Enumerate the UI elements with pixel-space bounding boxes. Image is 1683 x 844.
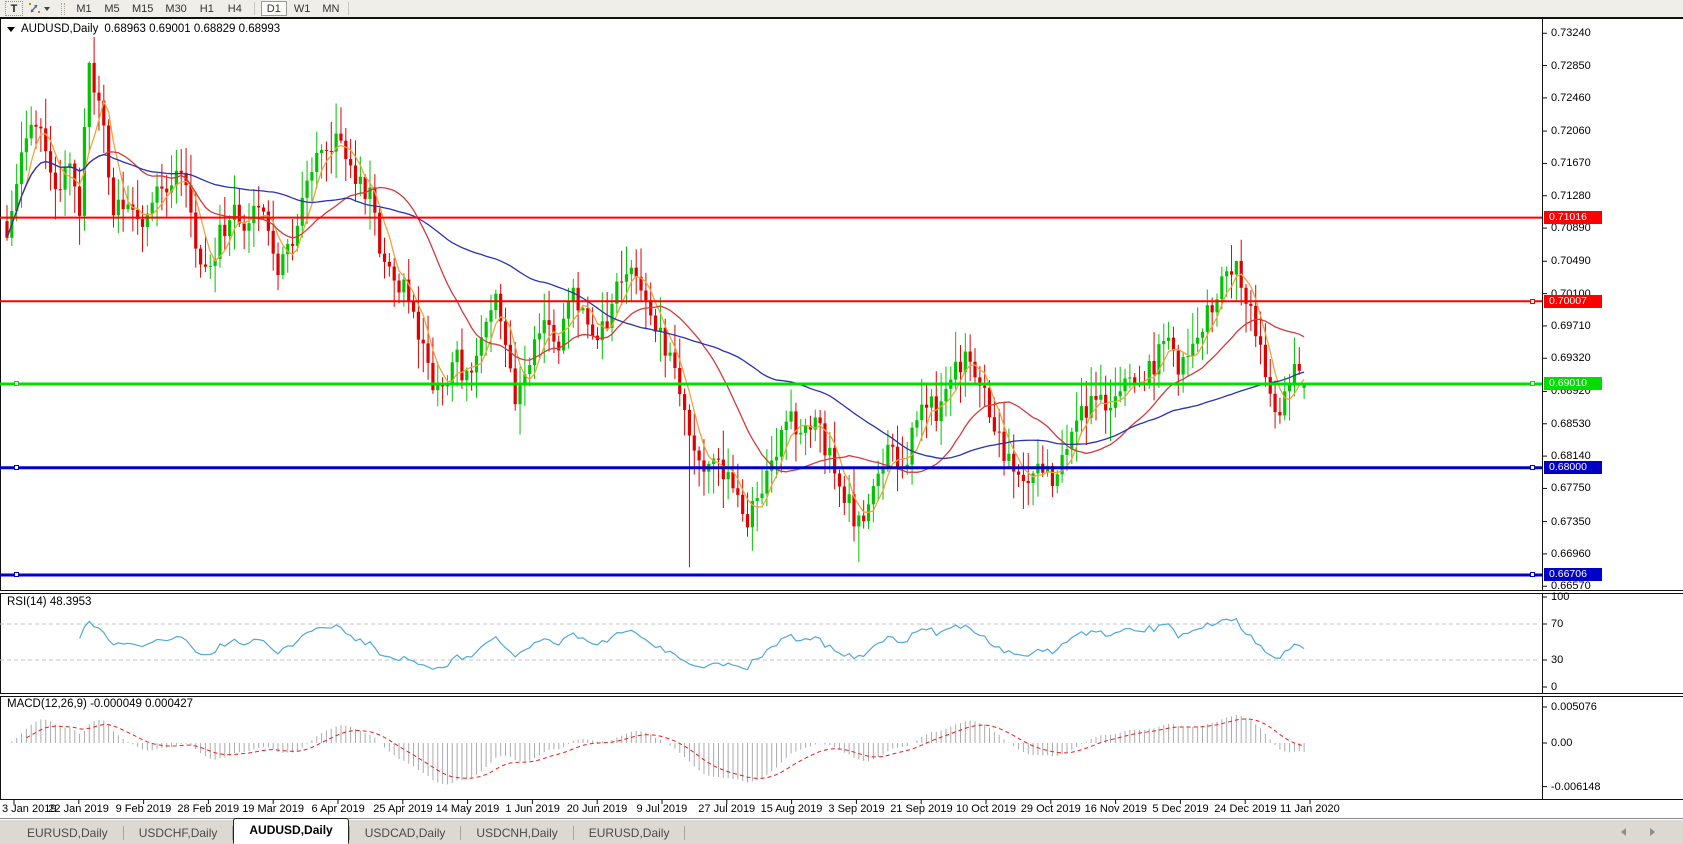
chart-tab-eurusd-daily-0[interactable]: EURUSD,Daily: [12, 823, 123, 844]
chart-tab-eurusd-daily-5[interactable]: EURUSD,Daily: [574, 823, 685, 844]
line-handle[interactable]: [14, 572, 19, 577]
line-handle[interactable]: [1530, 572, 1535, 577]
macd-histogram: [12, 715, 1304, 785]
timeframe-button-w1[interactable]: W1: [289, 1, 316, 16]
line-handle[interactable]: [1530, 299, 1535, 304]
line-handle[interactable]: [14, 381, 19, 386]
chart-tab-audusd-daily-2[interactable]: AUDUSD,Daily: [233, 818, 348, 844]
timeframe-button-d1[interactable]: D1: [261, 1, 287, 16]
line-handle[interactable]: [1530, 465, 1535, 470]
scroll-left-icon[interactable]: [1621, 828, 1626, 836]
chart-canvas[interactable]: [0, 0, 1683, 844]
macd-indicator-label: MACD(12,26,9) -0.000049 0.000427: [7, 698, 193, 710]
auto-arrange-icon: [28, 2, 41, 15]
timeframe-button-m30[interactable]: M30: [160, 1, 191, 16]
timeframe-button-m5[interactable]: M5: [99, 1, 125, 16]
collapse-triangle-icon[interactable]: [7, 27, 15, 32]
chart-title: AUDUSD,Daily 0.68963 0.69001 0.68829 0.6…: [7, 23, 280, 35]
scroll-right-icon[interactable]: [1650, 828, 1655, 836]
chart-ohlc-values: 0.68963 0.69001 0.68829 0.68993: [104, 23, 280, 35]
chart-tab-usdcad-daily-3[interactable]: USDCAD,Daily: [350, 823, 461, 844]
text-tool-button[interactable]: T: [5, 1, 23, 16]
axis-ticks: [14, 33, 1547, 804]
rsi-indicator-label: RSI(14) 48.3953: [7, 596, 91, 608]
timeframe-button-h1[interactable]: H1: [194, 1, 220, 16]
mt4-window: T M1M5M15M30H1H4 D1W1MN AUDUSD,Daily 0.68…: [0, 0, 1683, 844]
chart-tab-usdchf-daily-1[interactable]: USDCHF,Daily: [124, 823, 233, 844]
timeframe-buttons: M1M5M15M30H1H4 D1W1MN: [71, 1, 344, 16]
hline-price-tag: 0.68000: [1544, 461, 1602, 474]
chevron-down-icon: [44, 7, 50, 11]
hline-price-tag: 0.71016: [1544, 211, 1602, 224]
timeframe-button-mn[interactable]: MN: [317, 1, 344, 16]
timeframe-button-m1[interactable]: M1: [71, 1, 97, 16]
chart-tab-usdcnh-daily-4[interactable]: USDCNH,Daily: [461, 823, 572, 844]
chart-symbol-label: AUDUSD,Daily: [21, 23, 98, 35]
auto-arrange-button[interactable]: [25, 1, 53, 16]
tab-scroll-arrows: [1621, 828, 1655, 836]
toolbar-separator: [254, 2, 255, 15]
timeframe-button-h4[interactable]: H4: [222, 1, 248, 16]
timeframe-toolbar: T M1M5M15M30H1H4 D1W1MN: [0, 0, 1683, 17]
toolbar-grip: [61, 3, 65, 15]
rsi-line: [80, 619, 1305, 670]
hline-price-tag: 0.69010: [1544, 377, 1602, 390]
chart-tab-bar: EURUSD,DailyUSDCHF,DailyAUDUSD,DailyUSDC…: [0, 818, 1683, 844]
timeframe-button-m15[interactable]: M15: [127, 1, 158, 16]
hline-price-tag: 0.70007: [1544, 295, 1602, 308]
tab-separator: [684, 826, 685, 840]
hline-price-tag: 0.66706: [1544, 568, 1602, 581]
toolbar-separator: [348, 2, 349, 15]
line-handle[interactable]: [1530, 381, 1535, 386]
line-handle[interactable]: [14, 465, 19, 470]
macd-signal-line: [26, 719, 1304, 778]
